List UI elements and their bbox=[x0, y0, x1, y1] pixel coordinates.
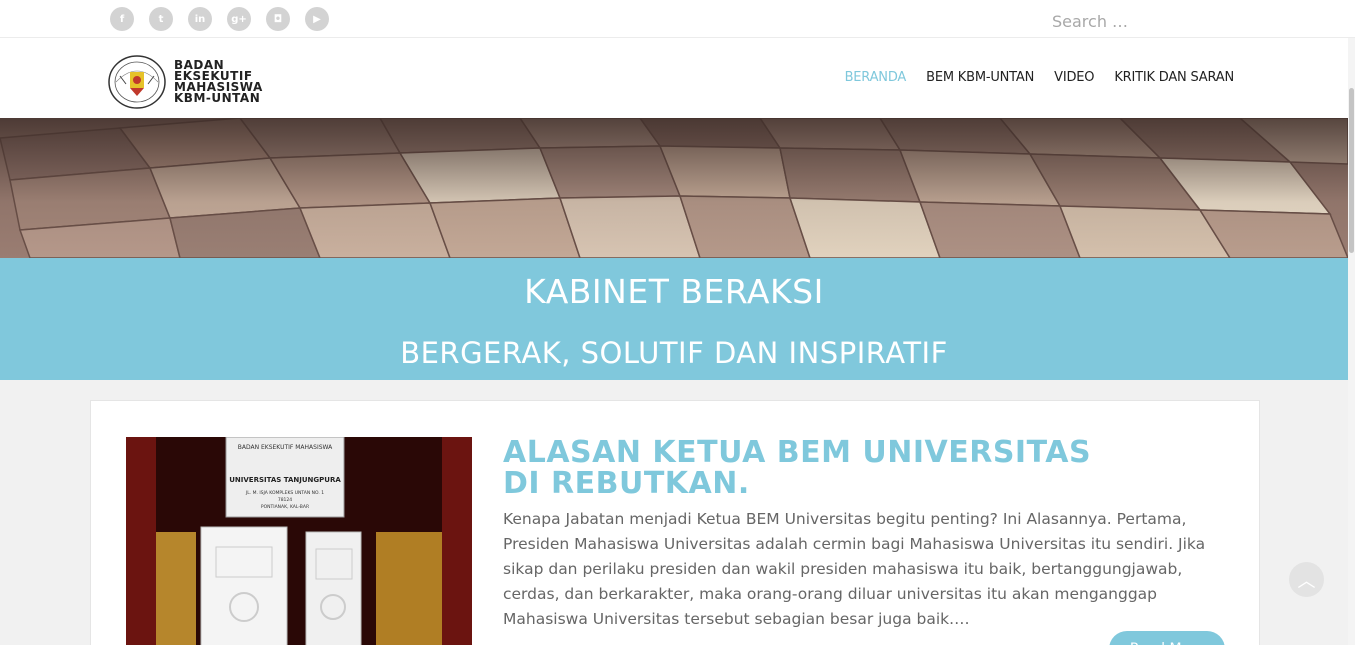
post-title[interactable]: ALASAN KETUA BEM UNIVERSITAS DI REBUTKAN… bbox=[503, 437, 1103, 499]
instagram-icon[interactable]: ◘ bbox=[266, 7, 290, 31]
top-bar: f t in g+ ◘ ▶ bbox=[0, 0, 1355, 38]
post-excerpt: Kenapa Jabatan menjadi Ketua BEM Univers… bbox=[503, 510, 1206, 628]
scrollbar-thumb[interactable] bbox=[1349, 88, 1354, 253]
facebook-icon[interactable]: f bbox=[110, 7, 134, 31]
youtube-icon[interactable]: ▶ bbox=[305, 7, 329, 31]
hero-floor-image bbox=[0, 118, 1348, 258]
sign-city-text: PONTIANAK, KAL-BAR bbox=[261, 504, 309, 510]
sign-address-text: JL. M. ISJA KOMPLEKS UNTAN NO. 1 bbox=[245, 490, 324, 496]
post-card: BADAN EKSEKUTIF MAHASISWA UNIVERSITAS TA… bbox=[90, 400, 1260, 645]
sign-name-text: UNIVERSITAS TANJUNGPURA bbox=[229, 476, 341, 484]
read-more-button[interactable]: Read More bbox=[1109, 631, 1225, 645]
nav-item-kritik-dan-saran[interactable]: KRITIK DAN SARAN bbox=[1114, 70, 1234, 85]
tagline-banner: KABINET BERAKSI BERGERAK, SOLUTIF DAN IN… bbox=[0, 258, 1348, 380]
sign-zip-text: 78124 bbox=[278, 497, 292, 503]
social-links: f t in g+ ◘ ▶ bbox=[110, 7, 329, 31]
page-scrollbar[interactable] bbox=[1348, 38, 1355, 645]
chevron-up-icon: ︿ bbox=[1297, 570, 1316, 592]
twitter-icon[interactable]: t bbox=[149, 7, 173, 31]
emblem-icon bbox=[108, 55, 166, 109]
sign-arc-text: BADAN EKSEKUTIF MAHASISWA bbox=[238, 444, 333, 451]
post-photo: BADAN EKSEKUTIF MAHASISWA UNIVERSITAS TA… bbox=[126, 437, 472, 645]
logo-line: KBM-UNTAN bbox=[174, 91, 261, 105]
logo-text: BADAN EKSEKUTIF MAHASISWA KBM-UNTAN bbox=[174, 59, 263, 105]
site-header: BADAN EKSEKUTIF MAHASISWA KBM-UNTAN BERA… bbox=[0, 38, 1355, 118]
nav-item-beranda[interactable]: BERANDA bbox=[845, 70, 907, 85]
search-input[interactable] bbox=[1052, 8, 1342, 34]
nav-item-bem-kbm-untan[interactable]: BEM KBM-UNTAN bbox=[926, 70, 1034, 85]
post-image[interactable]: BADAN EKSEKUTIF MAHASISWA UNIVERSITAS TA… bbox=[126, 437, 472, 645]
banner-title: KABINET BERAKSI bbox=[524, 272, 824, 311]
banner-subtitle: BERGERAK, SOLUTIF DAN INSPIRATIF bbox=[400, 336, 948, 370]
linkedin-icon[interactable]: in bbox=[188, 7, 212, 31]
google-plus-icon[interactable]: g+ bbox=[227, 7, 251, 31]
back-to-top-button[interactable]: ︿ bbox=[1289, 562, 1324, 597]
nav-item-video[interactable]: VIDEO bbox=[1054, 70, 1094, 85]
main-nav: BERANDA BEM KBM-UNTAN VIDEO KRITIK DAN S… bbox=[845, 70, 1235, 85]
site-logo[interactable]: BADAN EKSEKUTIF MAHASISWA KBM-UNTAN bbox=[106, 54, 263, 110]
hero-image bbox=[0, 118, 1348, 258]
